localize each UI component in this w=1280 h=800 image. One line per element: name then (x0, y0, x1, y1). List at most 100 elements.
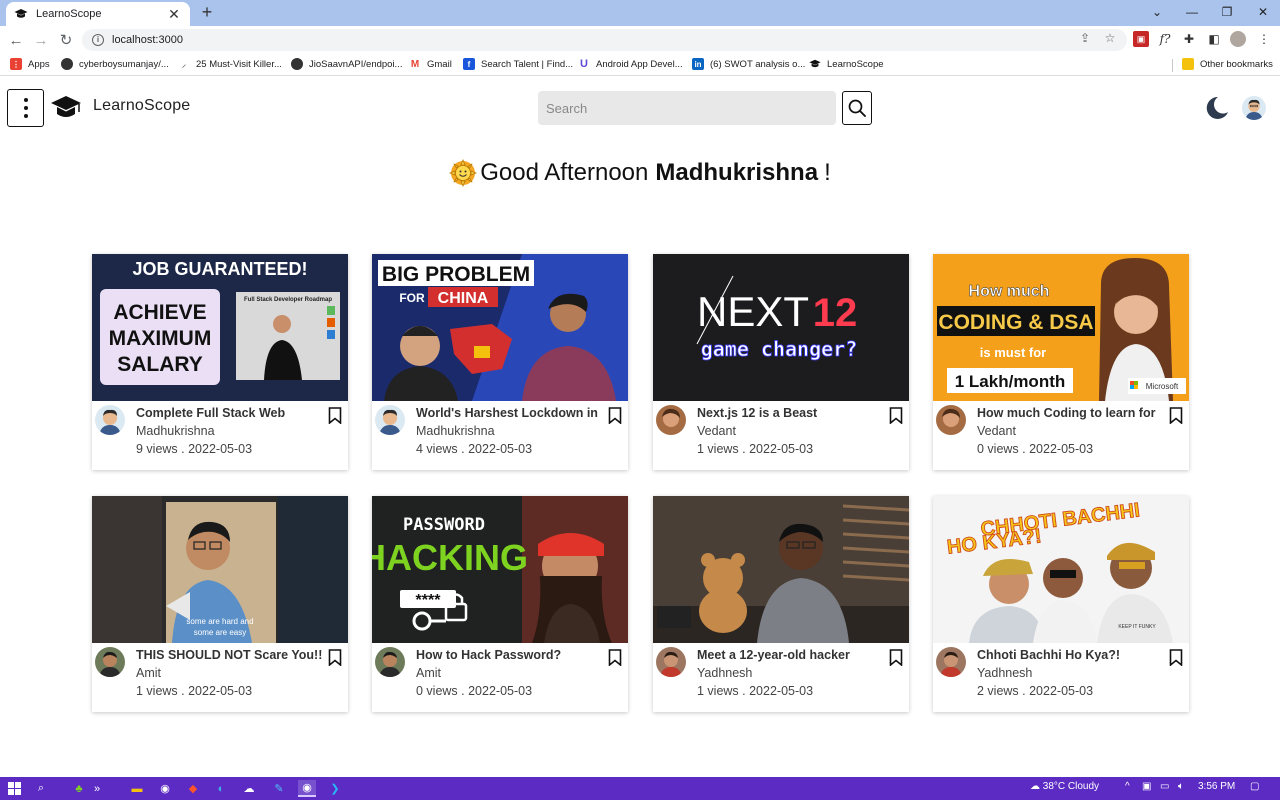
minimize-button[interactable]: — (1175, 0, 1209, 24)
video-author[interactable]: Yadhnesh (697, 666, 752, 680)
brand-name[interactable]: LearnoScope (93, 97, 190, 115)
menu-button[interactable] (7, 89, 44, 127)
channel-avatar[interactable] (375, 647, 405, 677)
video-thumbnail[interactable]: JOB GUARANTEED! ACHIEVE MAXIMUM SALARY F… (92, 254, 348, 401)
file-explorer-icon[interactable]: ▬ (128, 780, 146, 797)
weather-widget[interactable]: ☁ 38°C Cloudy (1030, 781, 1099, 792)
clock-time[interactable]: 3:56 PM (1198, 781, 1235, 792)
reload-icon[interactable]: ↻ (56, 30, 76, 50)
channel-avatar[interactable] (936, 647, 966, 677)
battery-icon[interactable]: ▭ (1160, 781, 1169, 792)
search-button[interactable] (842, 91, 872, 125)
video-thumbnail[interactable]: PASSWORD HACKING **** (372, 496, 628, 643)
video-author[interactable]: Madhukrishna (136, 424, 215, 438)
chrome-icon[interactable]: ◉ (156, 780, 174, 797)
video-title[interactable]: How much Coding to learn for (977, 406, 1165, 420)
bookmark-icon[interactable] (328, 407, 342, 424)
taskbar-overflow-icon[interactable]: » (88, 780, 106, 797)
extensions-puzzle-icon[interactable]: ✚ (1181, 31, 1197, 47)
other-bookmarks[interactable]: Other bookmarks (1182, 58, 1273, 70)
taskbar-search-icon[interactable]: ⌕ (32, 780, 50, 797)
video-title[interactable]: Chhoti Bachhi Ho Kya?! (977, 648, 1165, 662)
bookmark-swot[interactable]: in (6) SWOT analysis o... (692, 58, 805, 70)
video-thumbnail[interactable]: BIG PROBLEM FOR CHINA (372, 254, 628, 401)
side-panel-icon[interactable]: ◧ (1206, 31, 1222, 47)
video-title[interactable]: Next.js 12 is a Beast (697, 406, 885, 420)
channel-avatar[interactable] (656, 647, 686, 677)
video-author[interactable]: Yadhnesh (977, 666, 1032, 680)
channel-avatar[interactable] (375, 405, 405, 435)
graduation-cap-logo-icon[interactable] (50, 95, 82, 121)
video-thumbnail[interactable]: some are hard and some are easy (92, 496, 348, 643)
tray-app-icon[interactable]: ▣ (1142, 781, 1151, 792)
taskbar-app-icon[interactable]: ♣ (70, 780, 88, 797)
video-title[interactable]: Meet a 12-year-old hacker (697, 648, 885, 662)
bookmark-learnoscope[interactable]: LearnoScope (809, 58, 884, 70)
new-tab-button[interactable]: + (198, 3, 216, 21)
profile-avatar-icon[interactable] (1230, 31, 1246, 47)
tray-chevron-icon[interactable]: ^ (1125, 781, 1130, 792)
bookmark-jiosaavn[interactable]: JioSaavnAPI/endpoi... (291, 58, 402, 70)
video-card[interactable]: NEXT 12 game changer? Next.js 12 is a Be… (653, 254, 909, 470)
video-card[interactable]: How much CODING & DSA is must for 1 Lakh… (933, 254, 1189, 470)
channel-avatar[interactable] (95, 405, 125, 435)
close-tab-icon[interactable]: ✕ (166, 6, 182, 23)
back-arrow-icon[interactable]: ← (6, 30, 26, 50)
windows-start-icon[interactable] (5, 780, 23, 797)
video-author[interactable]: Vedant (697, 424, 736, 438)
video-title[interactable]: How to Hack Password? (416, 648, 604, 662)
video-title[interactable]: THIS SHOULD NOT Scare You!! (136, 648, 324, 662)
share-icon[interactable]: ⇪ (1077, 30, 1093, 46)
brave-icon[interactable]: ◆ (184, 780, 202, 797)
channel-avatar[interactable] (936, 405, 966, 435)
video-card[interactable]: PASSWORD HACKING **** How to Hack Passwo… (372, 496, 628, 712)
bookmark-icon[interactable] (608, 407, 622, 424)
video-thumbnail[interactable]: How much CODING & DSA is must for 1 Lakh… (933, 254, 1189, 401)
chrome-active-icon[interactable]: ◉ (298, 780, 316, 797)
video-card[interactable]: BIG PROBLEM FOR CHINA World's Harshest L… (372, 254, 628, 470)
vscode-icon[interactable]: ❯ (326, 780, 344, 797)
dark-mode-moon-icon[interactable] (1204, 95, 1230, 121)
notifications-icon[interactable]: ▢ (1250, 781, 1259, 792)
video-card[interactable]: JOB GUARANTEED! ACHIEVE MAXIMUM SALARY F… (92, 254, 348, 470)
volume-icon[interactable]: 🔈︎ (1178, 781, 1184, 792)
browser-tab[interactable]: LearnoScope ✕ (6, 2, 190, 26)
user-avatar[interactable] (1242, 96, 1266, 120)
bookmark-apps[interactable]: ⋮ Apps (10, 58, 50, 70)
bookmark-github-cyberboysumanjay[interactable]: cyberboysumanjay/... (61, 58, 169, 70)
video-thumbnail[interactable] (653, 496, 909, 643)
video-card[interactable]: Meet a 12-year-old hacker Yadhnesh 1 vie… (653, 496, 909, 712)
bookmark-must-visit[interactable]: ⸝ 25 Must-Visit Killer... (178, 58, 282, 70)
bookmark-icon[interactable] (1169, 649, 1183, 666)
video-thumbnail[interactable]: NEXT 12 game changer? (653, 254, 909, 401)
close-window-button[interactable]: ✕ (1246, 0, 1280, 24)
tab-search-chevron-icon[interactable]: ⌄ (1140, 0, 1174, 24)
bookmark-search-talent[interactable]: f Search Talent | Find... (463, 58, 573, 70)
search-input[interactable] (538, 91, 836, 125)
video-title[interactable]: Complete Full Stack Web (136, 406, 324, 420)
video-card[interactable]: CHHOTI BACHHI HO KYA?! KEEP IT FUNKY Chh… (933, 496, 1189, 712)
bookmark-icon[interactable] (328, 649, 342, 666)
forward-arrow-icon[interactable]: → (31, 30, 51, 50)
address-bar[interactable]: i localhost:3000 (82, 29, 1127, 51)
video-card[interactable]: some are hard and some are easy THIS SHO… (92, 496, 348, 712)
browser-menu-icon[interactable]: ⋮ (1256, 31, 1272, 47)
bookmark-icon[interactable] (1169, 407, 1183, 424)
video-thumbnail[interactable]: CHHOTI BACHHI HO KYA?! KEEP IT FUNKY (933, 496, 1189, 643)
channel-avatar[interactable] (656, 405, 686, 435)
bookmark-star-icon[interactable]: ☆ (1102, 30, 1118, 46)
video-author[interactable]: Madhukrishna (416, 424, 495, 438)
video-title[interactable]: World's Harshest Lockdown in (416, 406, 604, 420)
video-author[interactable]: Amit (416, 666, 441, 680)
extension-formula-icon[interactable]: f? (1157, 31, 1173, 47)
site-info-icon[interactable]: i (92, 34, 104, 46)
bookmark-icon[interactable] (608, 649, 622, 666)
channel-avatar[interactable] (95, 647, 125, 677)
bookmark-gmail[interactable]: M Gmail (409, 58, 452, 70)
video-author[interactable]: Amit (136, 666, 161, 680)
bookmark-icon[interactable] (889, 407, 903, 424)
bookmark-android-app[interactable]: U Android App Devel... (578, 58, 683, 70)
taskbar-pen-icon[interactable]: ✎ (270, 780, 288, 797)
video-author[interactable]: Vedant (977, 424, 1016, 438)
edge-icon[interactable]: ◐ (212, 780, 230, 797)
